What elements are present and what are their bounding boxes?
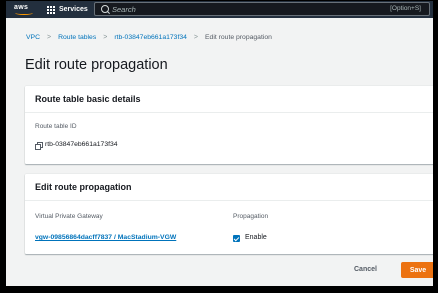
route-table-id-label: Route table ID: [35, 123, 77, 130]
screenshot-frame: aws Services [Option+S] VPC > Route tabl…: [0, 0, 438, 293]
route-propagation-panel: Edit route propagation Virtual Private G…: [25, 174, 433, 254]
search-input[interactable]: [112, 3, 312, 15]
copy-icon[interactable]: [35, 142, 43, 150]
breadcrumb: VPC > Route tables > rtb-03847eb661a173f…: [26, 34, 272, 41]
search-box[interactable]: [Option+S]: [94, 2, 430, 16]
console-window: aws Services [Option+S] VPC > Route tabl…: [6, 1, 433, 286]
aws-logo-smile: [15, 11, 33, 15]
aws-logo-text: aws: [14, 4, 29, 11]
gateway-link[interactable]: vgw-09856864dacff7837 / MacStadium-VGW: [35, 234, 176, 241]
search-shortcut-hint: [Option+S]: [390, 5, 421, 12]
chevron-right-icon: >: [103, 34, 108, 41]
page-title: Edit route propagation: [25, 57, 168, 73]
services-label: Services: [59, 6, 88, 13]
route-propagation-heading: Edit route propagation: [25, 174, 433, 201]
save-button[interactable]: Save: [401, 262, 433, 278]
aws-logo[interactable]: aws: [14, 4, 36, 15]
basic-details-heading: Route table basic details: [25, 86, 433, 113]
cancel-button[interactable]: Cancel: [354, 266, 377, 273]
breadcrumb-route-table-id[interactable]: rtb-03847eb661a173f34: [114, 34, 187, 41]
enable-propagation-checkbox[interactable]: [233, 235, 240, 242]
breadcrumb-route-tables[interactable]: Route tables: [58, 34, 96, 41]
basic-details-panel: Route table basic details Route table ID…: [25, 86, 433, 164]
grid-icon: [47, 5, 55, 14]
enable-label[interactable]: Enable: [245, 234, 267, 241]
route-table-id-value: rtb-03847eb661a173f34: [45, 141, 118, 148]
search-icon: [101, 5, 109, 13]
services-menu-button[interactable]: Services: [47, 4, 88, 15]
top-navigation-bar: aws Services [Option+S]: [6, 1, 433, 18]
propagation-column-header: Propagation: [233, 213, 269, 220]
breadcrumb-vpc[interactable]: VPC: [26, 34, 40, 41]
gateway-column-header: Virtual Private Gateway: [35, 213, 103, 220]
chevron-right-icon: >: [193, 34, 199, 41]
chevron-right-icon: >: [46, 34, 52, 41]
breadcrumb-current: Edit route propagation: [205, 34, 272, 41]
